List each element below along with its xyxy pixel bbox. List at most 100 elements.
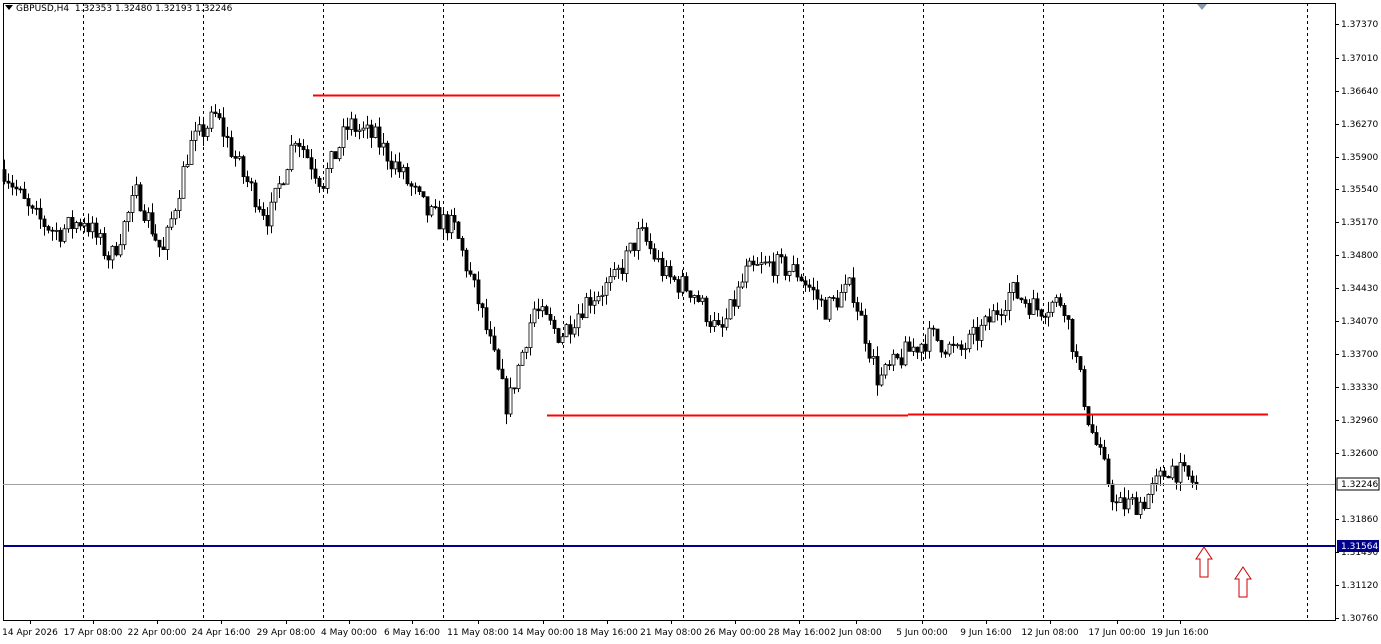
candle bbox=[600, 285, 605, 306]
x-tick-label: 11 May 08:00 bbox=[447, 628, 509, 638]
candle bbox=[205, 125, 210, 141]
arrow-markers bbox=[1195, 546, 1252, 598]
candle-body bbox=[1003, 309, 1008, 316]
up-arrow-2-icon[interactable] bbox=[1234, 566, 1252, 598]
up-arrow-1-icon[interactable] bbox=[1195, 546, 1213, 578]
candle bbox=[161, 237, 166, 250]
candle bbox=[628, 242, 633, 254]
candle bbox=[197, 116, 202, 136]
candle-body bbox=[273, 187, 278, 203]
candle-body bbox=[365, 124, 370, 129]
candle bbox=[369, 119, 374, 148]
candle-body bbox=[285, 169, 290, 185]
candle bbox=[1082, 365, 1087, 411]
x-tick-label: 6 May 16:00 bbox=[384, 628, 440, 638]
candle bbox=[90, 216, 95, 239]
y-tick-label: 1.32600 bbox=[1341, 449, 1378, 459]
candle-body bbox=[708, 321, 713, 328]
candle-body bbox=[588, 297, 593, 306]
candle-body bbox=[560, 336, 565, 343]
candle-body bbox=[46, 226, 51, 231]
candle bbox=[815, 280, 820, 310]
support-price-label: 1.31564 bbox=[1341, 542, 1378, 552]
candle bbox=[676, 275, 681, 300]
candlesticks bbox=[2, 104, 1199, 519]
candle bbox=[1054, 294, 1059, 307]
candle-body bbox=[484, 307, 489, 331]
candle bbox=[30, 204, 35, 214]
candle-body bbox=[600, 294, 605, 297]
candle bbox=[652, 243, 657, 262]
candle-body bbox=[14, 186, 19, 190]
candle bbox=[803, 276, 808, 292]
candle-body bbox=[791, 264, 796, 272]
candle-body bbox=[919, 343, 924, 353]
candle bbox=[70, 210, 75, 239]
candle bbox=[755, 257, 760, 266]
candle bbox=[1098, 437, 1103, 456]
candle-body bbox=[341, 126, 346, 148]
candle bbox=[899, 348, 904, 369]
candle-body bbox=[648, 240, 653, 250]
candle-body bbox=[879, 374, 884, 386]
candle bbox=[851, 267, 856, 308]
candle-body bbox=[257, 206, 262, 210]
candle bbox=[524, 346, 529, 360]
candle-body bbox=[628, 242, 633, 252]
candle-body bbox=[189, 140, 194, 165]
ohlc-values: 1.32353 1.32480 1.32193 1.32246 bbox=[74, 4, 233, 14]
candle-body bbox=[1094, 432, 1099, 445]
candle bbox=[863, 308, 868, 352]
candle bbox=[500, 358, 505, 380]
candle bbox=[532, 301, 537, 328]
candle-body bbox=[1043, 315, 1048, 318]
x-tick-label: 26 May 00:00 bbox=[704, 628, 766, 638]
candle bbox=[217, 108, 222, 120]
candle-body bbox=[452, 215, 457, 223]
candle bbox=[365, 115, 370, 139]
candle bbox=[201, 116, 206, 146]
candle-body bbox=[146, 212, 151, 221]
y-tick-label: 1.33700 bbox=[1341, 350, 1378, 360]
candle bbox=[1118, 491, 1123, 503]
chart-window[interactable]: 1.37370 1.37010 1.36640 1.36270 1.35900 1.355… bbox=[0, 0, 1381, 644]
candle bbox=[1162, 467, 1167, 477]
dropdown-triangle-icon[interactable] bbox=[5, 5, 13, 10]
candle-body bbox=[261, 209, 266, 216]
candle bbox=[744, 258, 749, 289]
candle-body bbox=[1170, 465, 1175, 479]
candle bbox=[987, 308, 992, 331]
candle-body bbox=[1062, 305, 1067, 317]
candle bbox=[118, 233, 123, 258]
candle-body bbox=[1078, 356, 1083, 370]
price-chart[interactable]: 1.37370 1.37010 1.36640 1.36270 1.35900 1.355… bbox=[0, 0, 1381, 644]
chart-shift-marker-icon[interactable] bbox=[1197, 4, 1207, 10]
candle-body bbox=[540, 306, 545, 312]
candle bbox=[787, 270, 792, 282]
candle bbox=[1027, 299, 1032, 319]
candle bbox=[1043, 313, 1048, 325]
candle bbox=[887, 360, 892, 371]
candle-body bbox=[1146, 494, 1151, 509]
candle bbox=[967, 329, 972, 353]
candle-body bbox=[747, 260, 752, 267]
candle-body bbox=[321, 186, 326, 189]
candle-body bbox=[185, 164, 190, 168]
candle-body bbox=[971, 326, 976, 335]
candle bbox=[668, 260, 673, 284]
candle-body bbox=[369, 124, 374, 138]
candle-body bbox=[1174, 465, 1179, 483]
x-tick-label: 22 Apr 00:00 bbox=[128, 628, 187, 638]
candle bbox=[153, 224, 158, 242]
candle bbox=[556, 327, 561, 344]
candle bbox=[1031, 289, 1036, 316]
candle bbox=[74, 220, 79, 233]
candle bbox=[1186, 465, 1191, 481]
candle-body bbox=[177, 197, 182, 211]
candle bbox=[847, 277, 852, 287]
candle-body bbox=[1066, 315, 1071, 320]
candle-body bbox=[564, 324, 569, 338]
candle-body bbox=[556, 328, 561, 343]
candle-body bbox=[640, 227, 645, 230]
x-tick-label: 14 Apr 2026 bbox=[2, 628, 58, 638]
